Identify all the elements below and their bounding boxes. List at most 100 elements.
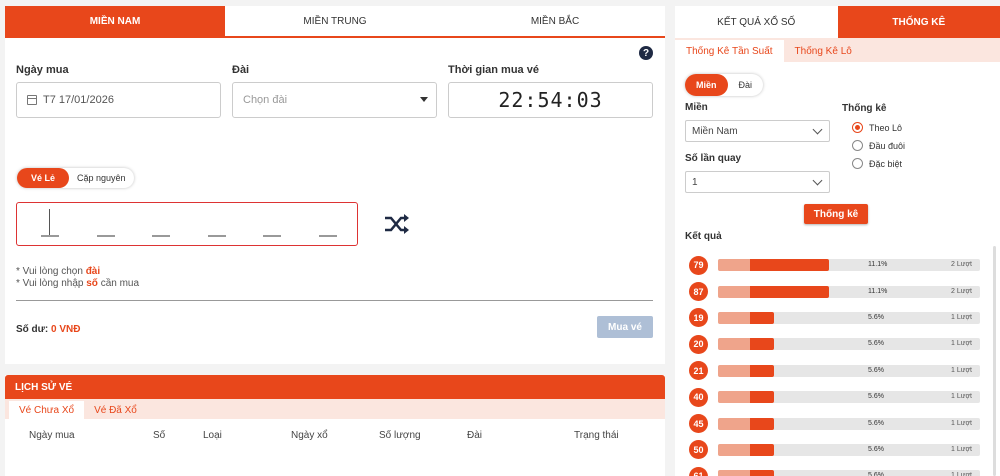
spins-select[interactable]: 1: [685, 171, 830, 193]
stat-submit-button[interactable]: Thống kê: [804, 204, 868, 224]
help-icon[interactable]: ?: [639, 46, 653, 60]
mode-region[interactable]: Miền: [685, 74, 728, 96]
number-ball: 19: [689, 308, 708, 328]
frequency-bar-fill: [718, 470, 774, 476]
tab-mien-nam[interactable]: MIỀN NAM: [5, 6, 225, 36]
tab-drawn-tickets[interactable]: Vé Đã Xổ: [84, 401, 147, 419]
shuffle-icon[interactable]: [383, 212, 411, 236]
frequency-count: 1 Lượt: [951, 445, 972, 453]
result-row: 40 5.6% 1 Lượt: [689, 384, 989, 410]
frequency-percent: 5.6%: [868, 445, 884, 453]
frequency-bar-track: 5.6% 1 Lượt: [718, 338, 980, 351]
result-row: 87 11.1% 2 Lượt: [689, 278, 989, 304]
result-row: 20 5.6% 1 Lượt: [689, 331, 989, 357]
frequency-count: 1 Lượt: [951, 366, 972, 374]
frequency-percent: 11.1%: [868, 261, 888, 269]
buy-panel: ? Ngày mua T7 17/01/2026 Đài Chọn đài Th…: [5, 38, 665, 364]
buy-ticket-section: MIỀN NAM MIỀN TRUNG MIỀN BẮC ? Ngày mua …: [5, 6, 665, 476]
stat-type-label: Thống kê: [842, 103, 887, 114]
frequency-count: 1 Lượt: [951, 419, 972, 427]
result-row: 61 5.6% 1 Lượt: [689, 463, 989, 476]
frequency-bar-fill: [718, 391, 774, 404]
tab-mien-bac[interactable]: MIỀN BẮC: [445, 6, 665, 36]
frequency-bar-track: 5.6% 1 Lượt: [718, 391, 980, 404]
col-station[interactable]: Đài: [467, 430, 482, 441]
mode-station[interactable]: Đài: [728, 74, 764, 96]
note2-prefix: * Vui lòng nhập: [16, 278, 87, 289]
region-label: Miền: [685, 102, 708, 113]
ticket-type-pair[interactable]: Cặp nguyên: [69, 168, 134, 188]
tab-lottery-results[interactable]: KẾT QUẢ XỔ SỐ: [675, 6, 838, 38]
balance-value: 0 VNĐ: [51, 324, 81, 335]
frequency-bar-track: 5.6% 1 Lượt: [718, 417, 980, 430]
frequency-bar-track: 5.6% 1 Lượt: [718, 364, 980, 377]
chevron-down-icon: [812, 175, 823, 186]
region-select[interactable]: Miền Nam: [685, 120, 830, 142]
frequency-count: 1 Lượt: [951, 313, 972, 321]
frequency-percent: 5.6%: [868, 472, 884, 476]
frequency-percent: 5.6%: [868, 313, 884, 321]
frequency-bar-track: 11.1% 2 Lượt: [718, 285, 980, 298]
radio-icon[interactable]: [852, 140, 863, 151]
radio-checked-icon[interactable]: [852, 122, 863, 133]
col-status[interactable]: Trạng thái: [574, 430, 619, 441]
col-type[interactable]: Loại: [203, 430, 222, 441]
frequency-count: 2 Lượt: [951, 261, 972, 269]
frequency-bar-fill: [718, 364, 774, 377]
number-ball: 61: [689, 466, 708, 476]
date-value: T7 17/01/2026: [43, 94, 114, 106]
ticket-type-toggle: Vé Lẻ Cặp nguyên: [17, 168, 134, 188]
radio-dau-duoi[interactable]: Đầu đuôi: [852, 140, 905, 151]
col-quantity[interactable]: Số lượng: [379, 430, 421, 441]
result-row: 45 5.6% 1 Lượt: [689, 410, 989, 436]
history-table-header: Ngày mua Số Loại Ngày xổ Số lượng Đài Tr…: [5, 419, 665, 451]
radio-label: Đầu đuôi: [869, 140, 906, 151]
radio-icon[interactable]: [852, 158, 863, 169]
frequency-count: 1 Lượt: [951, 472, 972, 476]
tab-lo-stats[interactable]: Thống Kê Lô: [784, 40, 863, 62]
region-tabs: MIỀN NAM MIỀN TRUNG MIỀN BẮC: [5, 6, 665, 38]
digit-slot[interactable]: [152, 235, 171, 237]
result-row: 19 5.6% 1 Lượt: [689, 305, 989, 331]
frequency-percent: 5.6%: [868, 340, 884, 348]
caret-down-icon: [420, 97, 428, 102]
digit-slot[interactable]: [263, 235, 282, 237]
date-field[interactable]: T7 17/01/2026: [16, 82, 221, 118]
tab-statistics[interactable]: THỐNG KÊ: [837, 6, 1000, 38]
history-title: LỊCH SỬ VÉ: [5, 375, 665, 399]
tab-mien-trung[interactable]: MIỀN TRUNG: [225, 6, 445, 36]
col-draw-date[interactable]: Ngày xổ: [291, 430, 328, 441]
number-input[interactable]: [16, 202, 358, 246]
scrollbar[interactable]: [993, 246, 996, 476]
digit-slot[interactable]: [96, 235, 115, 237]
spins-label: Số lần quay: [685, 153, 742, 164]
digit-slot[interactable]: [318, 235, 337, 237]
tab-pending-tickets[interactable]: Vé Chưa Xổ: [9, 401, 85, 419]
digit-slot[interactable]: [207, 235, 226, 237]
chevron-down-icon: [812, 124, 823, 135]
note-prefix: * Vui lòng chọn: [16, 266, 86, 277]
spins-value: 1: [692, 176, 698, 188]
number-ball: 87: [689, 282, 708, 302]
result-label: Kết quả: [685, 231, 722, 242]
number-ball: 21: [689, 361, 708, 381]
frequency-bar-fill: [718, 285, 829, 298]
result-row: 21 5.6% 1 Lượt: [689, 358, 989, 384]
radio-theo-lo[interactable]: Theo Lô: [852, 122, 902, 133]
frequency-bar-fill: [718, 338, 774, 351]
radio-dac-biet[interactable]: Đặc biệt: [852, 158, 902, 169]
radio-label: Đặc biệt: [869, 158, 903, 169]
calendar-icon: [27, 95, 37, 105]
col-number[interactable]: Số: [153, 430, 165, 441]
digit-slot[interactable]: [41, 209, 59, 237]
ticket-type-single[interactable]: Vé Lẻ: [17, 168, 70, 188]
buy-ticket-button[interactable]: Mua vé: [597, 316, 653, 338]
frequency-bar-track: 5.6% 1 Lượt: [718, 470, 980, 476]
station-select[interactable]: Chọn đài: [232, 82, 437, 118]
col-purchase-date[interactable]: Ngày mua: [29, 430, 75, 441]
mode-toggle: Miền Đài: [685, 74, 764, 96]
balance-label: Số dư:: [16, 324, 52, 335]
tab-frequency-stats[interactable]: Thống Kê Tần Suất: [675, 40, 784, 62]
note-station: đài: [85, 266, 101, 277]
frequency-percent: 5.6%: [868, 393, 884, 401]
